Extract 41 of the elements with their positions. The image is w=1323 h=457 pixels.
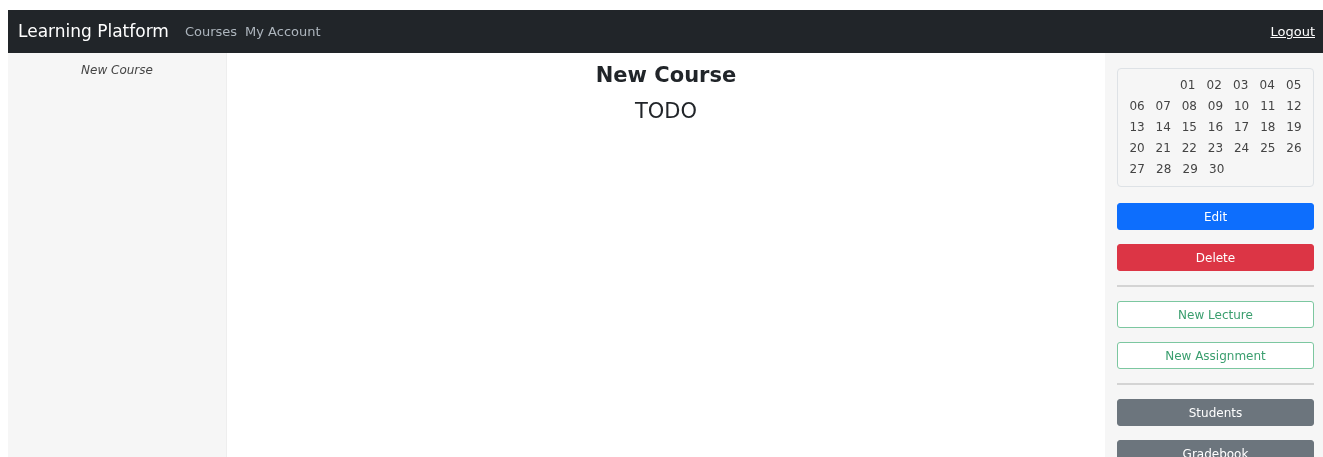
nav-link[interactable]: Courses: [184, 21, 238, 42]
calendar-day[interactable]: 01: [1174, 75, 1201, 96]
calendar-day[interactable]: 05: [1280, 75, 1307, 96]
brand-link[interactable]: Learning Platform: [18, 18, 169, 45]
calendar-day[interactable]: 12: [1280, 96, 1307, 117]
calendar-day[interactable]: 03: [1227, 75, 1254, 96]
calendar-day[interactable]: 11: [1254, 96, 1281, 117]
calendar-day[interactable]: 28: [1150, 159, 1177, 180]
calendar-day[interactable]: 09: [1202, 96, 1229, 117]
delete-button[interactable]: Delete: [1117, 244, 1314, 271]
calendar-day[interactable]: 04: [1254, 75, 1281, 96]
sidebar-item[interactable]: New Course: [8, 61, 226, 79]
body-text: TODO: [633, 98, 699, 126]
calendar-day[interactable]: 22: [1176, 138, 1203, 159]
calendar-day[interactable]: 10: [1228, 96, 1255, 117]
calendar-day[interactable]: 30: [1203, 159, 1230, 180]
calendar-day[interactable]: 25: [1254, 138, 1281, 159]
edit-button[interactable]: Edit: [1117, 203, 1314, 230]
calendar-day[interactable]: 29: [1177, 159, 1204, 180]
calendar-day[interactable]: 26: [1280, 138, 1307, 159]
calendar-day[interactable]: 13: [1124, 117, 1151, 138]
calendar-day[interactable]: 02: [1201, 75, 1228, 96]
calendar-day[interactable]: 16: [1202, 117, 1229, 138]
calendar-day[interactable]: 15: [1176, 117, 1203, 138]
calendar-day[interactable]: 24: [1228, 138, 1255, 159]
calendar-day[interactable]: 06: [1124, 96, 1151, 117]
calendar-day[interactable]: 27: [1124, 159, 1151, 180]
nav-button[interactable]: Gradebook: [1117, 440, 1314, 457]
page-title: New Course: [594, 63, 738, 89]
calendar-day[interactable]: 19: [1280, 117, 1307, 138]
calendar-day[interactable]: 14: [1150, 117, 1177, 138]
calendar-day[interactable]: 18: [1254, 117, 1281, 138]
nav-button[interactable]: Students: [1117, 399, 1314, 426]
calendar-day[interactable]: 08: [1176, 96, 1203, 117]
nav-link[interactable]: My Account: [245, 21, 321, 42]
logout-link[interactable]: Logout: [1270, 21, 1315, 42]
calendar-day[interactable]: 21: [1150, 138, 1177, 159]
calendar-day[interactable]: 20: [1124, 138, 1151, 159]
calendar-day[interactable]: 07: [1150, 96, 1177, 117]
calendar-day[interactable]: 23: [1202, 138, 1229, 159]
calendar-day[interactable]: 17: [1228, 117, 1255, 138]
